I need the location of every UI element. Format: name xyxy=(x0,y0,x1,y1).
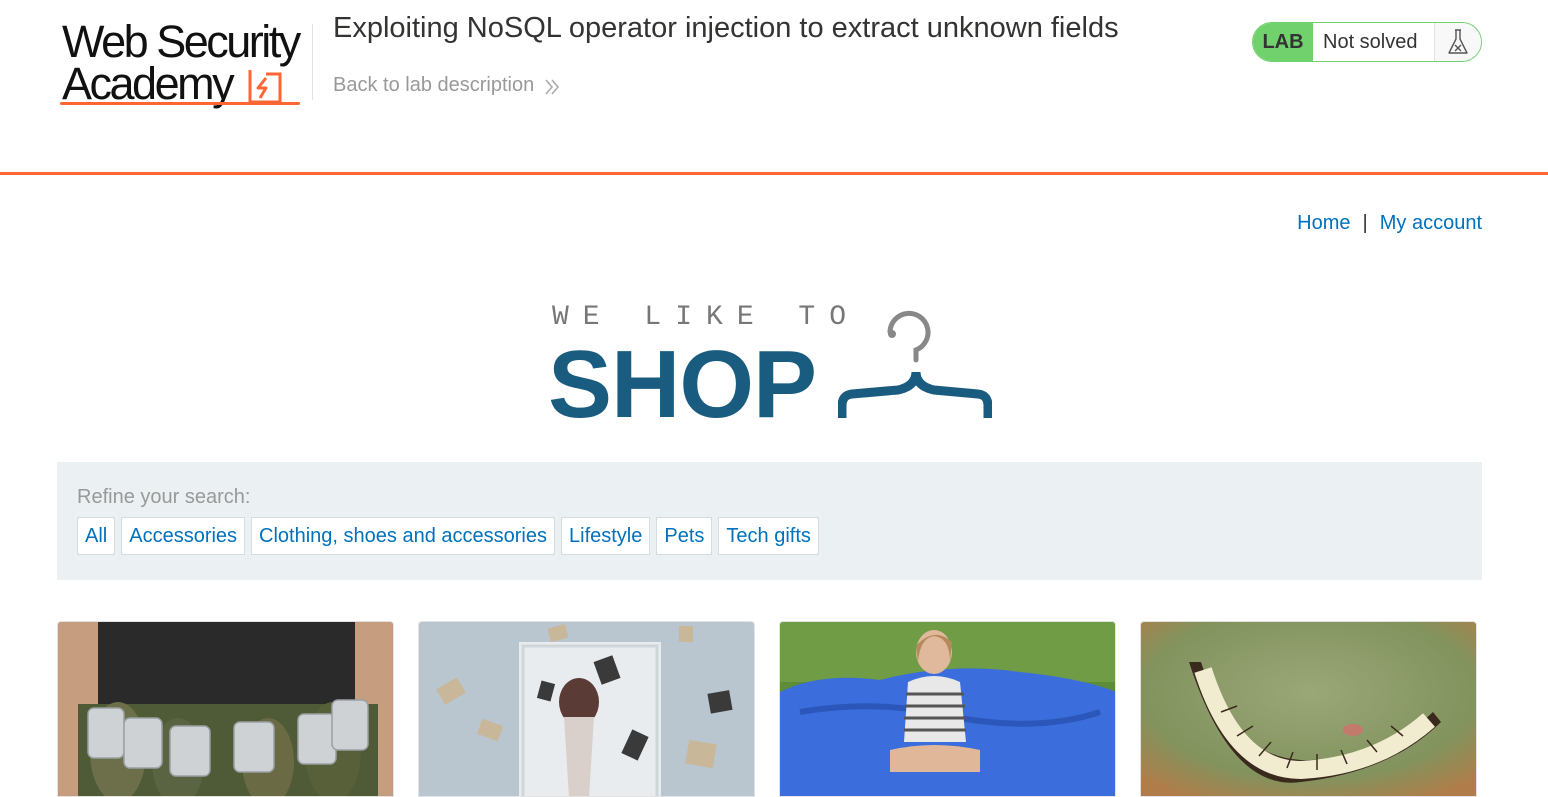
lab-status-widget: LAB Not solved xyxy=(1252,22,1482,62)
lab-status-text: Not solved xyxy=(1313,23,1435,61)
product-image[interactable] xyxy=(418,621,755,797)
double-chevron-right-icon xyxy=(545,78,560,95)
back-to-lab-description-link[interactable]: Back to lab description xyxy=(333,74,560,97)
shop-logo: WE LIKE TO SHOP xyxy=(548,296,992,438)
shop-logo-word: SHOP xyxy=(548,331,817,438)
product-image[interactable] xyxy=(779,621,1116,797)
filter-tag-all[interactable]: All xyxy=(77,517,116,555)
filter-panel: Refine your search: All Accessories Clot… xyxy=(57,462,1482,580)
filter-tags: All Accessories Clothing, shoes and acce… xyxy=(77,517,819,555)
logo-underline xyxy=(60,102,300,105)
nav-home-link[interactable]: Home xyxy=(1297,212,1350,235)
back-link-label: Back to lab description xyxy=(333,74,535,96)
logo-bolt-icon xyxy=(248,70,282,104)
academy-header: Web Security Academy Exploiting NoSQL op… xyxy=(0,0,1548,175)
web-security-academy-logo[interactable]: Web Security Academy xyxy=(58,18,310,110)
lab-badge: LAB xyxy=(1253,23,1313,61)
nav-separator: | xyxy=(1362,212,1368,234)
filter-tag-clothing[interactable]: Clothing, shoes and accessories xyxy=(251,517,555,555)
logo-line2: Academy xyxy=(62,58,235,109)
flask-icon xyxy=(1435,23,1481,61)
filter-label: Refine your search: xyxy=(77,486,251,508)
header-divider xyxy=(312,24,313,100)
filter-tag-tech-gifts[interactable]: Tech gifts xyxy=(718,517,819,555)
filter-tag-lifestyle[interactable]: Lifestyle xyxy=(561,517,651,555)
filter-tag-pets[interactable]: Pets xyxy=(656,517,713,555)
top-nav: Home | My account xyxy=(1297,212,1482,235)
product-image[interactable] xyxy=(57,621,394,797)
shop-logo-tagline: WE LIKE TO xyxy=(552,302,861,333)
nav-my-account-link[interactable]: My account xyxy=(1380,212,1482,235)
clothes-hanger-icon xyxy=(838,310,992,418)
lab-title: Exploiting NoSQL operator injection to e… xyxy=(333,12,1119,44)
filter-tag-accessories[interactable]: Accessories xyxy=(121,517,246,555)
product-image[interactable] xyxy=(1140,621,1477,797)
